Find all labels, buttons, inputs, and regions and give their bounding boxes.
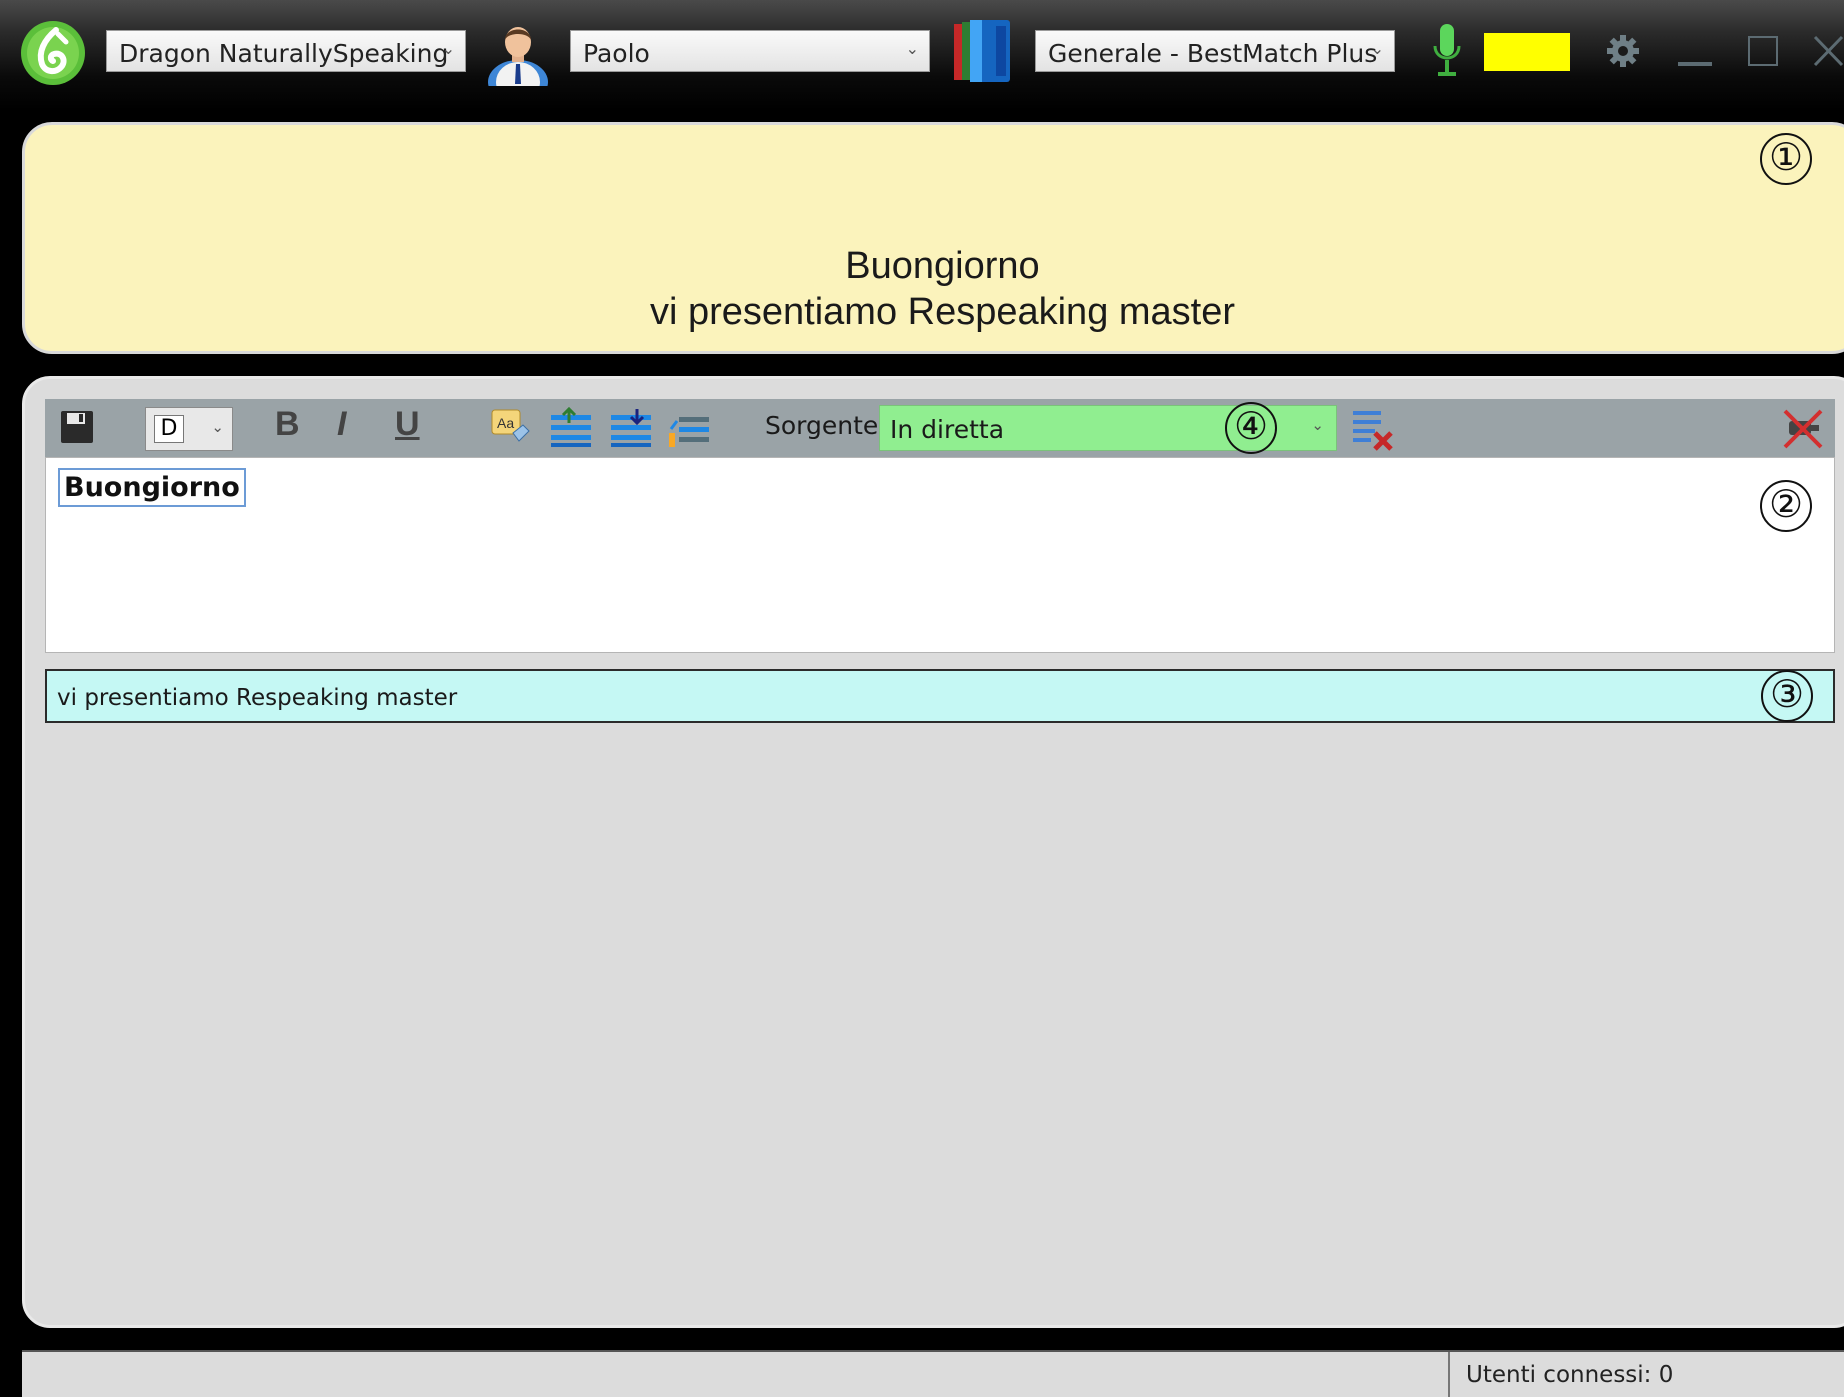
status-bar-left-section [22, 1352, 1450, 1397]
delete-lines-icon[interactable] [1351, 407, 1395, 451]
user-avatar-icon [486, 18, 550, 104]
callout-marker-3: ③ [1761, 670, 1813, 722]
close-icon[interactable] [1812, 34, 1844, 68]
style-select[interactable]: D ⌄ [145, 407, 233, 451]
user-select-value: Paolo [583, 39, 650, 68]
current-word[interactable]: Buongiorno [58, 468, 246, 507]
engine-select[interactable]: Dragon NaturallySpeaking ⌄ [106, 30, 466, 72]
status-bar: Utenti connessi: 0 [22, 1350, 1844, 1397]
chevron-down-icon: ⌄ [1370, 39, 1384, 58]
engine-select-value: Dragon NaturallySpeaking [119, 39, 449, 68]
svg-text:Aa: Aa [497, 415, 514, 431]
settings-gear-icon[interactable] [1606, 34, 1640, 68]
microphone-icon[interactable] [1430, 22, 1464, 80]
chevron-down-icon: ⌄ [1311, 416, 1324, 434]
dragon-logo-icon [20, 20, 86, 86]
caption-line-2: vi presentiamo Respeaking master [649, 291, 1236, 333]
vocabulary-select[interactable]: Generale - BestMatch Plus ⌄ [1035, 30, 1395, 72]
caption-preview-panel: ① Buongiorno vi presentiamo Respeaking m… [22, 122, 1844, 354]
chevron-down-icon: ⌄ [905, 39, 919, 58]
disconnect-icon[interactable] [1781, 407, 1825, 449]
save-icon[interactable] [59, 407, 95, 449]
top-bar: Dragon NaturallySpeaking ⌄ Paolo ⌄ Gener… [0, 0, 1844, 110]
maximize-icon[interactable] [1748, 36, 1778, 66]
minimize-icon[interactable] [1678, 62, 1712, 66]
editor-panel: D ⌄ B I U Aa Sorgente: In diretta ⌄ ④ Bu… [22, 376, 1844, 1328]
callout-marker-1: ① [1760, 133, 1812, 185]
pending-text-bar[interactable]: vi presentiamo Respeaking master ③ [45, 669, 1835, 723]
chevron-down-icon: ⌄ [211, 419, 224, 436]
source-select-value: In diretta [890, 415, 1005, 444]
chevron-down-icon: ⌄ [441, 39, 455, 58]
user-select[interactable]: Paolo ⌄ [570, 30, 930, 72]
underline-button[interactable]: U [395, 405, 420, 444]
merge-lines-icon[interactable] [667, 407, 711, 449]
callout-marker-4: ④ [1225, 402, 1277, 454]
vocabulary-select-value: Generale - BestMatch Plus [1048, 39, 1378, 68]
style-select-value: D [154, 415, 184, 443]
vocabulary-book-icon [950, 18, 1014, 84]
users-connected-status: Utenti connessi: 0 [1466, 1362, 1674, 1388]
source-label: Sorgente: [765, 411, 887, 440]
clear-formatting-icon[interactable]: Aa [489, 407, 531, 449]
insert-line-above-icon[interactable] [549, 406, 593, 449]
pending-text: vi presentiamo Respeaking master [57, 685, 458, 711]
editor-toolbar: D ⌄ B I U Aa Sorgente: In diretta ⌄ ④ [45, 399, 1835, 457]
text-editor[interactable]: Buongiorno ② [45, 457, 1835, 653]
callout-marker-2: ② [1760, 480, 1812, 532]
bold-button[interactable]: B [275, 405, 300, 444]
italic-button[interactable]: I [337, 405, 346, 444]
audio-level-indicator [1484, 33, 1570, 71]
insert-line-below-icon[interactable] [609, 407, 653, 449]
caption-line-1: Buongiorno [845, 245, 1040, 287]
